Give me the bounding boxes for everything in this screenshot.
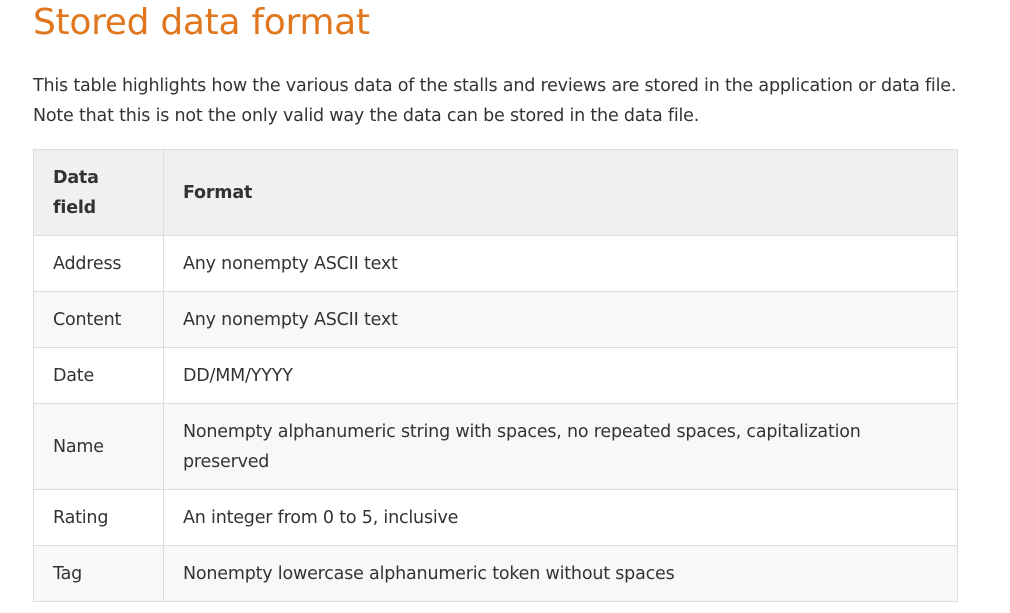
format-cell: Any nonempty ASCII text: [163, 235, 958, 292]
format-cell: Nonempty lowercase alphanumeric token wi…: [163, 545, 958, 602]
column-header-data-field: Data field: [33, 149, 164, 236]
format-cell: Nonempty alphanumeric string with spaces…: [163, 403, 958, 490]
table-row: Rating An integer from 0 to 5, inclusive: [33, 489, 958, 546]
format-cell: An integer from 0 to 5, inclusive: [163, 489, 958, 546]
table-row: Name Nonempty alphanumeric string with s…: [33, 403, 958, 490]
field-cell: Tag: [33, 545, 164, 602]
format-cell: DD/MM/YYYY: [163, 347, 958, 404]
field-cell: Name: [33, 403, 164, 490]
field-cell: Address: [33, 235, 164, 292]
table-row: Address Any nonempty ASCII text: [33, 235, 958, 292]
page-title: Stored data format: [33, 2, 370, 43]
format-cell: Any nonempty ASCII text: [163, 291, 958, 348]
field-cell: Rating: [33, 489, 164, 546]
table-header-row: Data field Format: [33, 149, 958, 236]
table-row: Content Any nonempty ASCII text: [33, 291, 958, 348]
table-row: Date DD/MM/YYYY: [33, 347, 958, 404]
field-cell: Content: [33, 291, 164, 348]
column-header-format: Format: [163, 149, 958, 236]
table-row: Tag Nonempty lowercase alphanumeric toke…: [33, 545, 958, 602]
data-format-table: Data field Format Address Any nonempty A…: [33, 149, 958, 602]
field-cell: Date: [33, 347, 164, 404]
intro-paragraph: This table highlights how the various da…: [33, 76, 957, 126]
